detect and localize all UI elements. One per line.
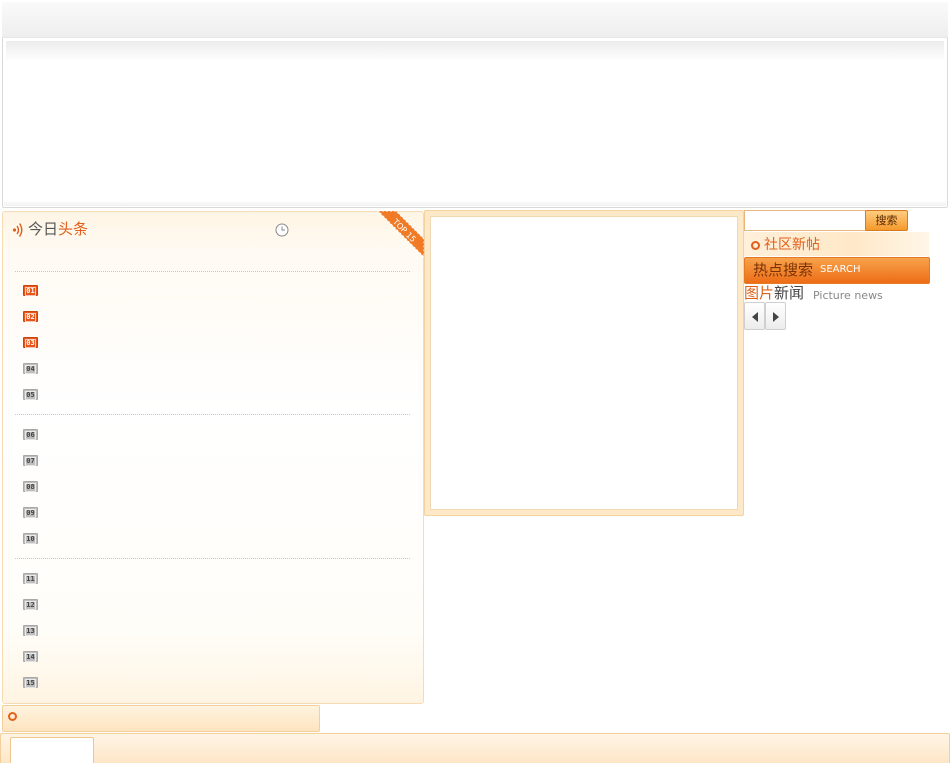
- picture-news-title-part2: 新闻: [774, 284, 805, 302]
- headlines-divider: [15, 558, 410, 559]
- picture-news-subtitle: Picture news: [813, 289, 883, 302]
- hot-search-title: 热点搜索: [753, 261, 814, 279]
- rank-badge: 08: [23, 481, 38, 492]
- rank-number: 10: [25, 535, 36, 544]
- headlines-divider: [15, 414, 410, 415]
- rank-badge: 09: [23, 507, 38, 518]
- rank-badge: 04: [23, 363, 38, 374]
- rank-number: 05: [25, 391, 36, 400]
- signal-icon: [12, 222, 24, 238]
- headlines-divider: [15, 271, 410, 272]
- rank-number: 02: [25, 313, 36, 322]
- rank-number: 04: [25, 365, 36, 374]
- rank-number: 14: [25, 653, 36, 662]
- picture-news-title: 图片新闻: [744, 284, 804, 302]
- headlines-title: 今日头条: [28, 220, 88, 238]
- bottom-tab-bar: [0, 733, 950, 763]
- rank-number: 06: [25, 431, 36, 440]
- rank-badge: 15: [23, 677, 38, 688]
- bullet-circle-icon: [8, 712, 17, 721]
- arrow-right-icon: [773, 312, 779, 322]
- picture-news-title-part1: 图片: [744, 284, 775, 302]
- rank-number: 08: [25, 483, 36, 492]
- bullet-circle-icon: [751, 241, 760, 250]
- rank-number: 11: [25, 575, 36, 584]
- notice-bar: [2, 705, 320, 732]
- banner-bottom-edge: [4, 200, 946, 206]
- rank-number: 15: [25, 679, 36, 688]
- headlines-panel: [2, 211, 424, 704]
- rank-number: 01: [25, 287, 36, 296]
- banner-header-strip: [2, 2, 948, 38]
- rank-badge: 05: [23, 389, 38, 400]
- rank-number: 12: [25, 601, 36, 610]
- headlines-title-part1: 今日: [28, 220, 59, 238]
- previous-button[interactable]: [744, 302, 765, 330]
- search-button[interactable]: 搜索: [865, 210, 908, 231]
- rank-badge: 07: [23, 455, 38, 466]
- search-input[interactable]: [744, 210, 866, 231]
- hot-search-subtitle: SEARCH: [820, 264, 861, 275]
- headlines-title-part2: 头条: [58, 220, 89, 238]
- community-title[interactable]: 社区新帖: [764, 236, 820, 254]
- arrow-left-icon: [752, 312, 758, 322]
- center-content-area: [430, 216, 738, 510]
- rank-number: 13: [25, 627, 36, 636]
- bottom-tab-active[interactable]: [10, 737, 94, 763]
- rank-number: 07: [25, 457, 36, 466]
- rank-badge: 03: [23, 337, 38, 348]
- clock-icon: [275, 223, 289, 237]
- rank-badge: 12: [23, 599, 38, 610]
- rank-badge: 13: [23, 625, 38, 636]
- next-button[interactable]: [765, 302, 786, 330]
- rank-number: 03: [25, 339, 36, 348]
- rank-badge: 14: [23, 651, 38, 662]
- rank-badge: 11: [23, 573, 38, 584]
- top15-ribbon: TOP 15: [374, 211, 424, 259]
- rank-badge: 06: [23, 429, 38, 440]
- rank-badge: 01: [23, 285, 38, 296]
- banner-inner-strip: [6, 40, 944, 62]
- rank-number: 09: [25, 509, 36, 518]
- rank-badge: 02: [23, 311, 38, 322]
- rank-badge: 10: [23, 533, 38, 544]
